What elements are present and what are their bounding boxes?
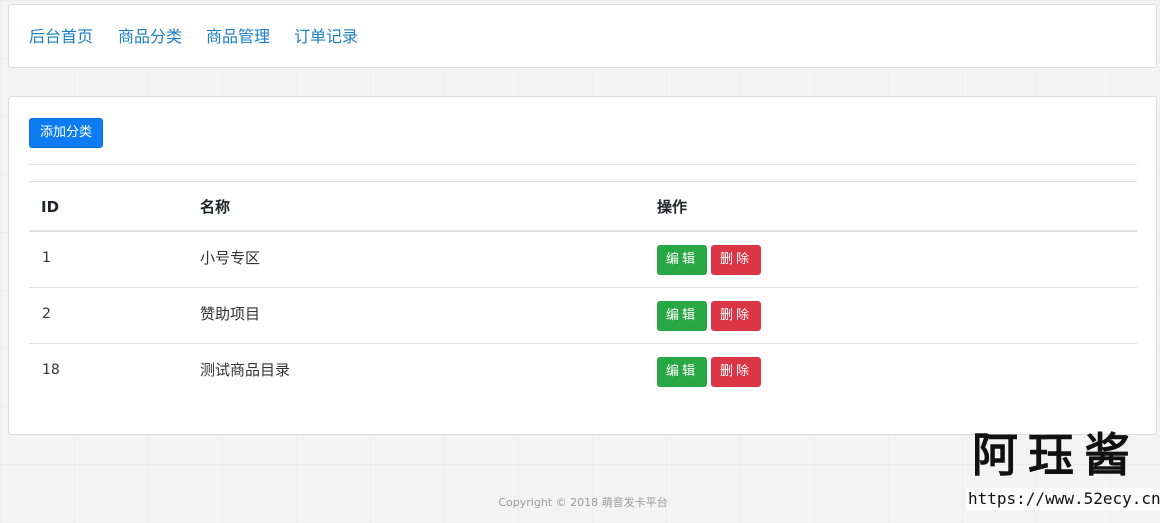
edit-button[interactable]: 编辑 bbox=[657, 301, 707, 331]
table-row: 18 测试商品目录 编辑 删除 bbox=[29, 344, 1137, 400]
table-row: 2 赞助项目 编辑 删除 bbox=[29, 288, 1137, 344]
watermark-title: 阿珏酱 bbox=[972, 428, 1140, 482]
table-top-border bbox=[29, 181, 1137, 182]
column-header-name: 名称 bbox=[200, 198, 231, 216]
row-id: 1 bbox=[42, 250, 51, 266]
category-card: 添加分类 ID 名称 操作 1 小号专区 编辑 删除 2 赞助项目 编辑 删除 … bbox=[8, 96, 1157, 435]
edit-button[interactable]: 编辑 bbox=[657, 357, 707, 387]
top-navbar: 后台首页 商品分类 商品管理 订单记录 bbox=[8, 4, 1157, 68]
nav-link-dashboard[interactable]: 后台首页 bbox=[29, 27, 93, 47]
nav-link-orders[interactable]: 订单记录 bbox=[294, 27, 358, 47]
delete-button[interactable]: 删除 bbox=[711, 357, 761, 387]
column-header-id: ID bbox=[41, 198, 60, 216]
nav-link-categories[interactable]: 商品分类 bbox=[118, 27, 182, 47]
row-id: 18 bbox=[42, 362, 60, 378]
divider bbox=[29, 164, 1137, 165]
row-name: 小号专区 bbox=[200, 249, 261, 267]
add-category-button[interactable]: 添加分类 bbox=[29, 118, 103, 148]
table-row: 1 小号专区 编辑 删除 bbox=[29, 232, 1137, 288]
nav-link-products[interactable]: 商品管理 bbox=[206, 27, 270, 47]
column-header-actions: 操作 bbox=[657, 198, 688, 216]
row-name: 测试商品目录 bbox=[200, 361, 291, 379]
row-name: 赞助项目 bbox=[200, 305, 261, 323]
row-id: 2 bbox=[42, 306, 51, 322]
delete-button[interactable]: 删除 bbox=[711, 301, 761, 331]
delete-button[interactable]: 删除 bbox=[711, 245, 761, 275]
watermark-url: https://www.52ecy.cn bbox=[966, 488, 1160, 510]
edit-button[interactable]: 编辑 bbox=[657, 245, 707, 275]
